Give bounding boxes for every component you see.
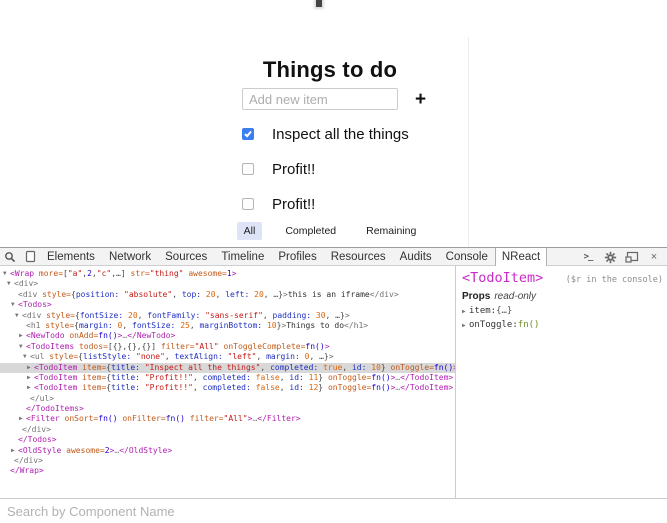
tab-sources[interactable]: Sources xyxy=(158,248,214,265)
tree-row[interactable]: </ul> xyxy=(0,394,455,404)
expand-arrow-icon[interactable]: ▼ xyxy=(3,269,10,279)
console-drawer-icon[interactable]: >_ xyxy=(577,252,599,262)
props-label: Props xyxy=(462,291,490,302)
collapse-arrow-icon[interactable]: ▶ xyxy=(19,331,26,341)
prop-name: onToggle: xyxy=(469,320,518,330)
component-tree: ▼<Wrap more=["a",2,"c",…] str="thing" aw… xyxy=(0,266,456,498)
add-item-row: + xyxy=(242,88,426,110)
tree-row[interactable]: ▼<Todos> xyxy=(0,300,455,310)
tree-row[interactable]: ▶<TodoItem item={title: "Profit!!", comp… xyxy=(0,373,455,383)
expand-arrow-icon[interactable]: ▼ xyxy=(23,352,30,362)
prop-value: {…} xyxy=(496,306,512,316)
console-variable-hint: ($r in the console) xyxy=(566,275,663,285)
filter-button-remaining[interactable]: Remaining xyxy=(359,222,423,240)
search-icon[interactable] xyxy=(0,248,20,265)
devtools-tabs: ElementsNetworkSourcesTimelineProfilesRe… xyxy=(40,248,547,265)
todo-row: Profit!! xyxy=(180,159,480,179)
tab-console[interactable]: Console xyxy=(439,248,495,265)
collapse-arrow-icon[interactable]: ▶ xyxy=(27,373,34,383)
props-sidebar: <TodoItem> ($r in the console) Props read… xyxy=(456,266,667,498)
close-icon[interactable]: × xyxy=(643,251,665,263)
tree-row[interactable]: ▼<ul style={listStyle: "none", textAlign… xyxy=(0,352,455,362)
checkmark-icon xyxy=(244,130,252,138)
tab-timeline[interactable]: Timeline xyxy=(214,248,271,265)
expand-arrow-icon[interactable]: ▼ xyxy=(7,279,14,289)
props-heading: Props read-only xyxy=(462,291,663,302)
tree-row[interactable]: ▶<Filter onSort=fn() onFilter=fn() filte… xyxy=(0,414,455,424)
gear-icon[interactable] xyxy=(599,251,621,264)
todo-label: Profit!! xyxy=(272,161,315,178)
tree-row[interactable]: </div> xyxy=(0,425,455,435)
collapse-arrow-icon[interactable]: ▶ xyxy=(27,383,34,393)
tree-row[interactable]: </div> xyxy=(0,456,455,466)
todo-label: Inspect all the things xyxy=(272,126,409,143)
expand-arrow-icon[interactable]: ▼ xyxy=(15,311,22,321)
todo-row: Inspect all the things xyxy=(180,124,480,144)
tab-profiles[interactable]: Profiles xyxy=(271,248,323,265)
selected-component-title: <TodoItem> xyxy=(462,270,543,286)
tab-resources[interactable]: Resources xyxy=(324,248,393,265)
todo-list: Inspect all the things Profit!! Profit!! xyxy=(180,124,480,229)
tree-row[interactable]: </Wrap> xyxy=(0,466,455,476)
tree-row[interactable]: ▼<div style={fontSize: 20, fontFamily: "… xyxy=(0,311,455,321)
collapse-arrow-icon[interactable]: ▶ xyxy=(462,308,469,315)
tree-row[interactable]: </Todos> xyxy=(0,435,455,445)
sidebar-header: <TodoItem> ($r in the console) xyxy=(462,270,663,286)
devtools-toolbar: ElementsNetworkSourcesTimelineProfilesRe… xyxy=(0,247,667,266)
tree-row[interactable]: ▼<TodoItems todos=[{},{},{}] filter="All… xyxy=(0,342,455,352)
tree-row[interactable]: </TodoItems> xyxy=(0,404,455,414)
tree-row[interactable]: ▼<Wrap more=["a",2,"c",…] str="thing" aw… xyxy=(0,269,455,279)
todo-app-page: Things to do + Inspect all the things Pro… xyxy=(0,0,667,247)
tab-nreact[interactable]: NReact xyxy=(495,248,547,266)
add-item-input[interactable] xyxy=(242,88,398,110)
expand-arrow-icon[interactable]: ▼ xyxy=(19,342,26,352)
tab-elements[interactable]: Elements xyxy=(40,248,102,265)
todo-app-column: Things to do + Inspect all the thingsPro… xyxy=(180,0,480,83)
collapse-arrow-icon[interactable]: ▶ xyxy=(19,414,26,424)
devtools-panel: ElementsNetworkSourcesTimelineProfilesRe… xyxy=(0,247,667,523)
component-search-bar xyxy=(0,498,667,523)
tab-audits[interactable]: Audits xyxy=(393,248,439,265)
todo-checkbox[interactable] xyxy=(242,128,254,140)
device-inspect-icon[interactable] xyxy=(20,248,40,265)
add-item-button[interactable]: + xyxy=(415,90,426,109)
props-mode: read-only xyxy=(494,291,536,302)
collapse-arrow-icon[interactable]: ▶ xyxy=(27,363,34,373)
dock-side-icon[interactable] xyxy=(621,251,643,263)
filter-button-completed[interactable]: Completed xyxy=(278,222,343,240)
prop-row[interactable]: ▶item: {…} xyxy=(462,306,663,316)
screen: Things to do + Inspect all the things Pro… xyxy=(0,0,667,523)
todo-checkbox[interactable] xyxy=(242,198,254,210)
collapse-arrow-icon[interactable]: ▶ xyxy=(11,446,18,456)
tree-row[interactable]: <h1 style={margin: 0, fontSize: 25, marg… xyxy=(0,321,455,331)
todo-checkbox[interactable] xyxy=(242,163,254,175)
prop-name: item: xyxy=(469,306,496,316)
tree-row[interactable]: ▶<NewTodo onAdd=fn()>…</NewTodo> xyxy=(0,331,455,341)
todo-row: Profit!! xyxy=(180,194,480,214)
tree-row[interactable]: ▶<TodoItem item={title: "Profit!!", comp… xyxy=(0,383,455,393)
tree-row[interactable]: <div style={position: "absolute", top: 2… xyxy=(0,290,455,300)
toolbar-right-icons: >_ xyxy=(577,248,665,266)
prop-row[interactable]: ▶onToggle: fn() xyxy=(462,320,663,330)
prop-value: fn() xyxy=(518,320,540,330)
todo-label: Profit!! xyxy=(272,196,315,213)
filter-row: All Completed Remaining xyxy=(180,222,480,240)
filter-button-all[interactable]: All xyxy=(237,222,263,240)
collapse-arrow-icon[interactable]: ▶ xyxy=(462,322,469,329)
tree-row[interactable]: ▶<OldStyle awesome=2>…</OldStyle> xyxy=(0,446,455,456)
expand-arrow-icon[interactable]: ▼ xyxy=(11,300,18,310)
tab-network[interactable]: Network xyxy=(102,248,158,265)
component-search-input[interactable] xyxy=(0,504,667,519)
tree-row[interactable]: ▶<TodoItem item={title: "Inspect all the… xyxy=(0,363,455,373)
tree-row[interactable]: ▼<div> xyxy=(0,279,455,289)
devtools-main: ▼<Wrap more=["a",2,"c",…] str="thing" aw… xyxy=(0,266,667,498)
props-list: ▶item: {…}▶onToggle: fn() xyxy=(462,306,663,330)
page-title: Things to do xyxy=(180,57,480,83)
